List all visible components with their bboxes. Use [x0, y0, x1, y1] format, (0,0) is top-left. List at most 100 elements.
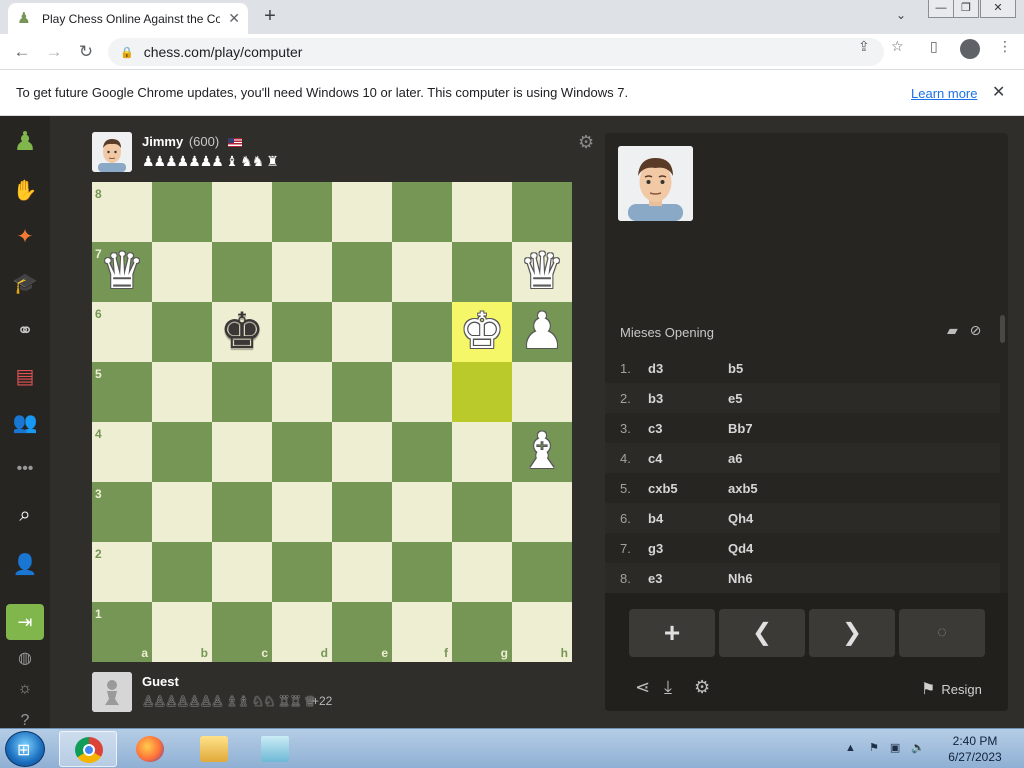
square-f4[interactable] — [392, 422, 452, 482]
square-e4[interactable] — [332, 422, 392, 482]
taskbar-firefox[interactable] — [121, 731, 179, 767]
black-move[interactable]: Qd4 — [728, 541, 753, 556]
chess-logo-icon[interactable]: ♟ — [9, 126, 41, 156]
square-e5[interactable] — [332, 362, 392, 422]
address-bar[interactable]: 🔒 chess.com/play/computer — [108, 38, 884, 66]
profile-avatar-icon[interactable] — [960, 39, 980, 59]
square-f1[interactable]: f — [392, 602, 452, 662]
square-b5[interactable] — [152, 362, 212, 422]
infobar-close-icon[interactable]: ✕ — [992, 82, 1005, 102]
share-icon[interactable]: ⇪ — [858, 38, 870, 55]
square-g1[interactable]: g — [452, 602, 512, 662]
square-a3[interactable]: 3 — [92, 482, 152, 542]
square-b1[interactable]: b — [152, 602, 212, 662]
sign-up-icon[interactable]: 👤 — [9, 550, 41, 580]
black-move[interactable]: Nh6 — [728, 571, 753, 586]
previous-move-button[interactable]: ❮ — [719, 609, 805, 657]
share-icon[interactable]: ⋖ — [635, 677, 650, 698]
square-g4[interactable] — [452, 422, 512, 482]
social-icon[interactable]: 👥 — [9, 408, 41, 438]
white-move[interactable]: c4 — [648, 451, 662, 466]
square-h5[interactable] — [512, 362, 572, 422]
white-move[interactable]: b3 — [648, 391, 663, 406]
square-c3[interactable] — [212, 482, 272, 542]
volume-icon[interactable]: 🔈 — [911, 742, 925, 754]
resign-button[interactable]: ⚑ Resign — [921, 679, 982, 699]
square-b6[interactable] — [152, 302, 212, 362]
back-icon[interactable]: ← — [10, 40, 34, 64]
black-move[interactable]: e5 — [728, 391, 742, 406]
square-d4[interactable] — [272, 422, 332, 482]
explorer-compass-icon[interactable]: ⊘ — [970, 322, 982, 338]
learn-more-link[interactable]: Learn more — [911, 86, 977, 101]
square-g7[interactable] — [452, 242, 512, 302]
square-d7[interactable] — [272, 242, 332, 302]
taskbar-explorer[interactable] — [185, 731, 243, 767]
square-f2[interactable] — [392, 542, 452, 602]
square-e1[interactable]: e — [332, 602, 392, 662]
white-move[interactable]: g3 — [648, 541, 663, 556]
more-icon[interactable]: ••• — [9, 454, 41, 484]
piece-h6[interactable]: ♟ — [512, 302, 572, 362]
chess-board[interactable]: 8 7 6 5 4 3 2 1 a b c d e f g h ♛ ♛ ♚ ♚ ♟ ♝ — [92, 182, 572, 662]
square-d2[interactable] — [272, 542, 332, 602]
square-h2[interactable] — [512, 542, 572, 602]
learn-icon[interactable]: 🎓 — [9, 269, 41, 299]
tab-search-icon[interactable]: ⌄ — [896, 8, 906, 22]
play-icon[interactable]: ✋ — [9, 176, 41, 206]
user-name[interactable]: Guest — [142, 674, 179, 689]
square-b8[interactable] — [152, 182, 212, 242]
square-e8[interactable] — [332, 182, 392, 242]
square-a5[interactable]: 5 — [92, 362, 152, 422]
square-b2[interactable] — [152, 542, 212, 602]
square-g8[interactable] — [452, 182, 512, 242]
kebab-menu-icon[interactable]: ⋮ — [998, 38, 1012, 55]
square-c5[interactable] — [212, 362, 272, 422]
square-d6[interactable] — [272, 302, 332, 362]
move-list-scrollbar[interactable] — [1000, 315, 1005, 343]
piece-a7[interactable]: ♛ — [92, 242, 152, 302]
settings-gear-icon[interactable]: ⚙ — [694, 677, 710, 698]
square-a2[interactable]: 2 — [92, 542, 152, 602]
square-a4[interactable]: 4 — [92, 422, 152, 482]
forward-icon[interactable]: → — [42, 40, 66, 64]
square-b7[interactable] — [152, 242, 212, 302]
white-move[interactable]: e3 — [648, 571, 662, 586]
taskbar-clock[interactable]: 2:40 PM 6/27/2023 — [940, 733, 1010, 765]
network-icon[interactable]: ▣ — [890, 742, 900, 754]
user-avatar[interactable] — [92, 672, 132, 712]
side-panel-icon[interactable]: ▯ — [930, 38, 938, 55]
reload-icon[interactable]: ↻ — [74, 40, 98, 64]
square-f3[interactable] — [392, 482, 452, 542]
black-move[interactable]: axb5 — [728, 481, 758, 496]
white-move[interactable]: d3 — [648, 361, 663, 376]
square-g5[interactable] — [452, 362, 512, 422]
action-center-icon[interactable]: ⚑ — [869, 742, 879, 754]
square-e6[interactable] — [332, 302, 392, 362]
login-icon[interactable]: ⇥ — [6, 604, 44, 640]
black-move[interactable]: a6 — [728, 451, 742, 466]
square-d3[interactable] — [272, 482, 332, 542]
taskbar-notepad[interactable] — [246, 731, 304, 767]
puzzles-icon[interactable]: ✦ — [9, 222, 41, 252]
new-game-plus-button[interactable]: + — [629, 609, 715, 657]
black-move[interactable]: b5 — [728, 361, 743, 376]
minimize-button[interactable]: — — [928, 0, 954, 18]
news-icon[interactable]: ▤ — [9, 362, 41, 392]
square-d5[interactable] — [272, 362, 332, 422]
download-icon[interactable]: ⤓ — [664, 677, 672, 698]
watch-icon[interactable]: ⚭ — [9, 316, 41, 346]
square-f5[interactable] — [392, 362, 452, 422]
square-a6[interactable]: 6 — [92, 302, 152, 362]
new-tab-button[interactable]: + — [258, 5, 282, 29]
tray-arrow-icon[interactable]: ▲ — [845, 742, 856, 754]
square-c7[interactable] — [212, 242, 272, 302]
opponent-avatar[interactable] — [92, 132, 132, 172]
square-a1[interactable]: 1a — [92, 602, 152, 662]
square-e3[interactable] — [332, 482, 392, 542]
white-move[interactable]: c3 — [648, 421, 662, 436]
square-d8[interactable] — [272, 182, 332, 242]
black-move[interactable]: Bb7 — [728, 421, 753, 436]
opening-book-icon[interactable]: ▰ — [947, 322, 958, 338]
black-move[interactable]: Qh4 — [728, 511, 753, 526]
